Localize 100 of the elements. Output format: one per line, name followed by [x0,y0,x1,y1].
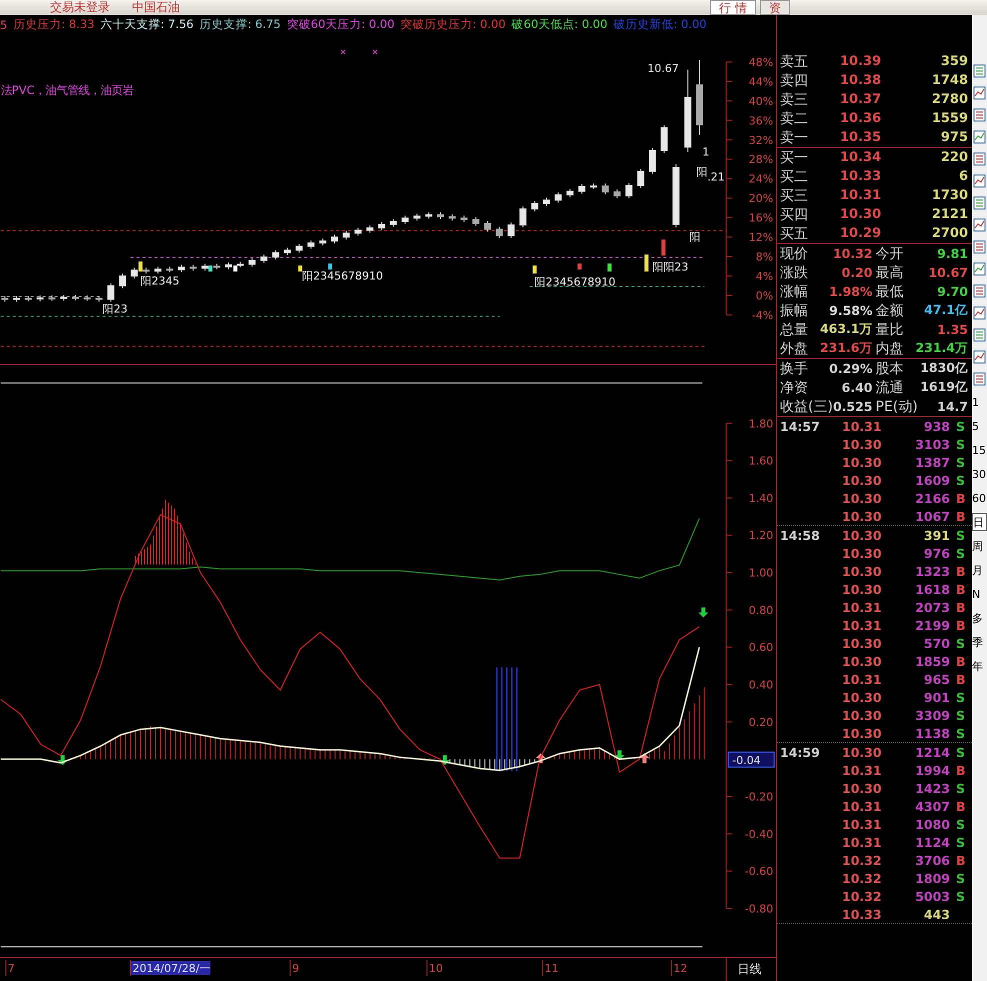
trade-price: 10.30 [842,546,883,560]
trade-side: S [956,418,966,434]
trade-volume: 976 [922,546,950,560]
trade-price: 10.31 [842,672,883,686]
period-button[interactable]: 周 [972,537,987,555]
menu-tab[interactable]: 行 情 [710,0,756,15]
stat-value: 9.70 [937,284,968,299]
candlestick [531,200,538,212]
concept-text: 法PVC，油气管线，油页岩 [0,82,134,97]
stat-value: 231.6万 [820,340,872,357]
trade-price: 10.32 [842,852,883,868]
toolbar-icon[interactable] [973,327,986,343]
candlestick [519,206,526,228]
trade-price: 10.30 [842,726,883,740]
trade-price: 10.30 [842,528,883,542]
stat-label: 金额 [876,302,904,320]
signal-label: .21 [707,170,725,184]
signal-label: 阳2345678910 [534,275,616,288]
trade-side: S [956,472,966,488]
toolbar-icon[interactable] [973,85,986,101]
stat-value: 9.81 [937,246,968,261]
bid-volume: 220 [940,150,968,165]
ask-price: 10.38 [840,73,882,88]
toolbar-icon[interactable] [973,151,986,167]
toolbar-icon[interactable] [973,173,986,189]
trade-side: S [956,726,966,740]
period-button[interactable]: N [972,585,987,603]
period-button[interactable]: 多 [972,609,987,627]
axis-label: 40% [748,94,774,108]
candlestick [96,295,102,302]
bid-label: 买二 [780,168,808,186]
toolbar-icon[interactable] [973,371,986,387]
stat-label: 净资 [780,378,808,396]
axis-label: -0.40 [744,828,774,842]
trade-side: B [956,490,966,506]
bid-volume: 6 [958,169,968,184]
trade-volume: 1859 [914,654,950,668]
period-button[interactable]: 年 [972,657,987,675]
candlestick [472,216,480,226]
toolbar-icon[interactable] [973,107,986,123]
trade-volume: 3309 [914,708,950,722]
axis-label: 1.20 [748,530,774,542]
toolbar-icon[interactable] [973,217,986,233]
ask-label: 卖五 [780,52,808,70]
period-button[interactable]: 30 [972,465,987,483]
candlestick [190,264,197,272]
trade-volume: 1618 [914,582,950,596]
trade-side: S [956,454,966,470]
axis-label: 1.00 [748,566,774,580]
toolbar-icon[interactable] [973,129,986,145]
stat-label: 涨幅 [780,282,808,300]
signal-bar [328,263,332,270]
candlestick [496,226,503,238]
toolbar-icon[interactable] [973,305,986,321]
trade-side: S [956,690,966,704]
candlestick [202,263,208,272]
period-button[interactable]: 60 [972,489,987,507]
toolbar-icon[interactable] [973,349,986,365]
period-button[interactable]: 1 [972,393,987,411]
bid-label: 买五 [780,224,808,242]
candlestick [578,184,586,194]
stat-value: 10.67 [928,265,968,280]
bid-price: 10.29 [840,226,882,241]
period-button[interactable]: 月 [972,561,987,579]
stat-label: 收益(三) [780,398,833,416]
stat-value: 10.32 [832,246,872,261]
high-price-label: 10.67 [647,62,679,75]
toolbar-icon[interactable] [973,283,986,299]
stat-label: 最高 [876,264,904,282]
trade-volume: 901 [922,690,950,704]
toolbar-icon[interactable] [973,239,986,255]
period-button[interactable]: 日 [972,513,987,531]
down-arrow-icon [440,755,450,766]
period-button[interactable]: 5 [972,417,987,435]
signal-label: 阳23 [102,302,128,316]
stat-label: 总量 [780,320,808,338]
down-arrow-icon [58,755,68,766]
trade-side: B [956,798,966,814]
trade-volume: 3103 [914,436,950,452]
toolbar-icon[interactable] [973,195,986,211]
trade-price: 10.31 [842,762,883,778]
trade-volume: 1138 [914,726,950,740]
bid-price: 10.31 [840,188,882,203]
trade-price: 10.30 [842,708,883,722]
toolbar-icon[interactable] [973,261,986,277]
indicator-value: 突破60天压力: 0.00 [286,17,395,32]
period-button[interactable]: 季 [972,633,987,651]
trade-price: 10.31 [842,618,883,632]
trade-volume: 570 [922,636,950,650]
trade-volume: 5003 [914,888,950,904]
axis-label: 1.40 [748,492,774,506]
trade-side: B [956,582,966,596]
axis-label: -0.20 [744,790,774,804]
stat-label: 流通 [876,378,904,396]
candlestick [614,188,621,199]
period-button[interactable]: 15 [972,441,987,459]
trade-price: 10.30 [842,654,883,668]
candlestick [248,257,256,268]
menu-tab[interactable]: 资 [760,0,790,15]
toolbar-icon[interactable] [973,63,986,79]
